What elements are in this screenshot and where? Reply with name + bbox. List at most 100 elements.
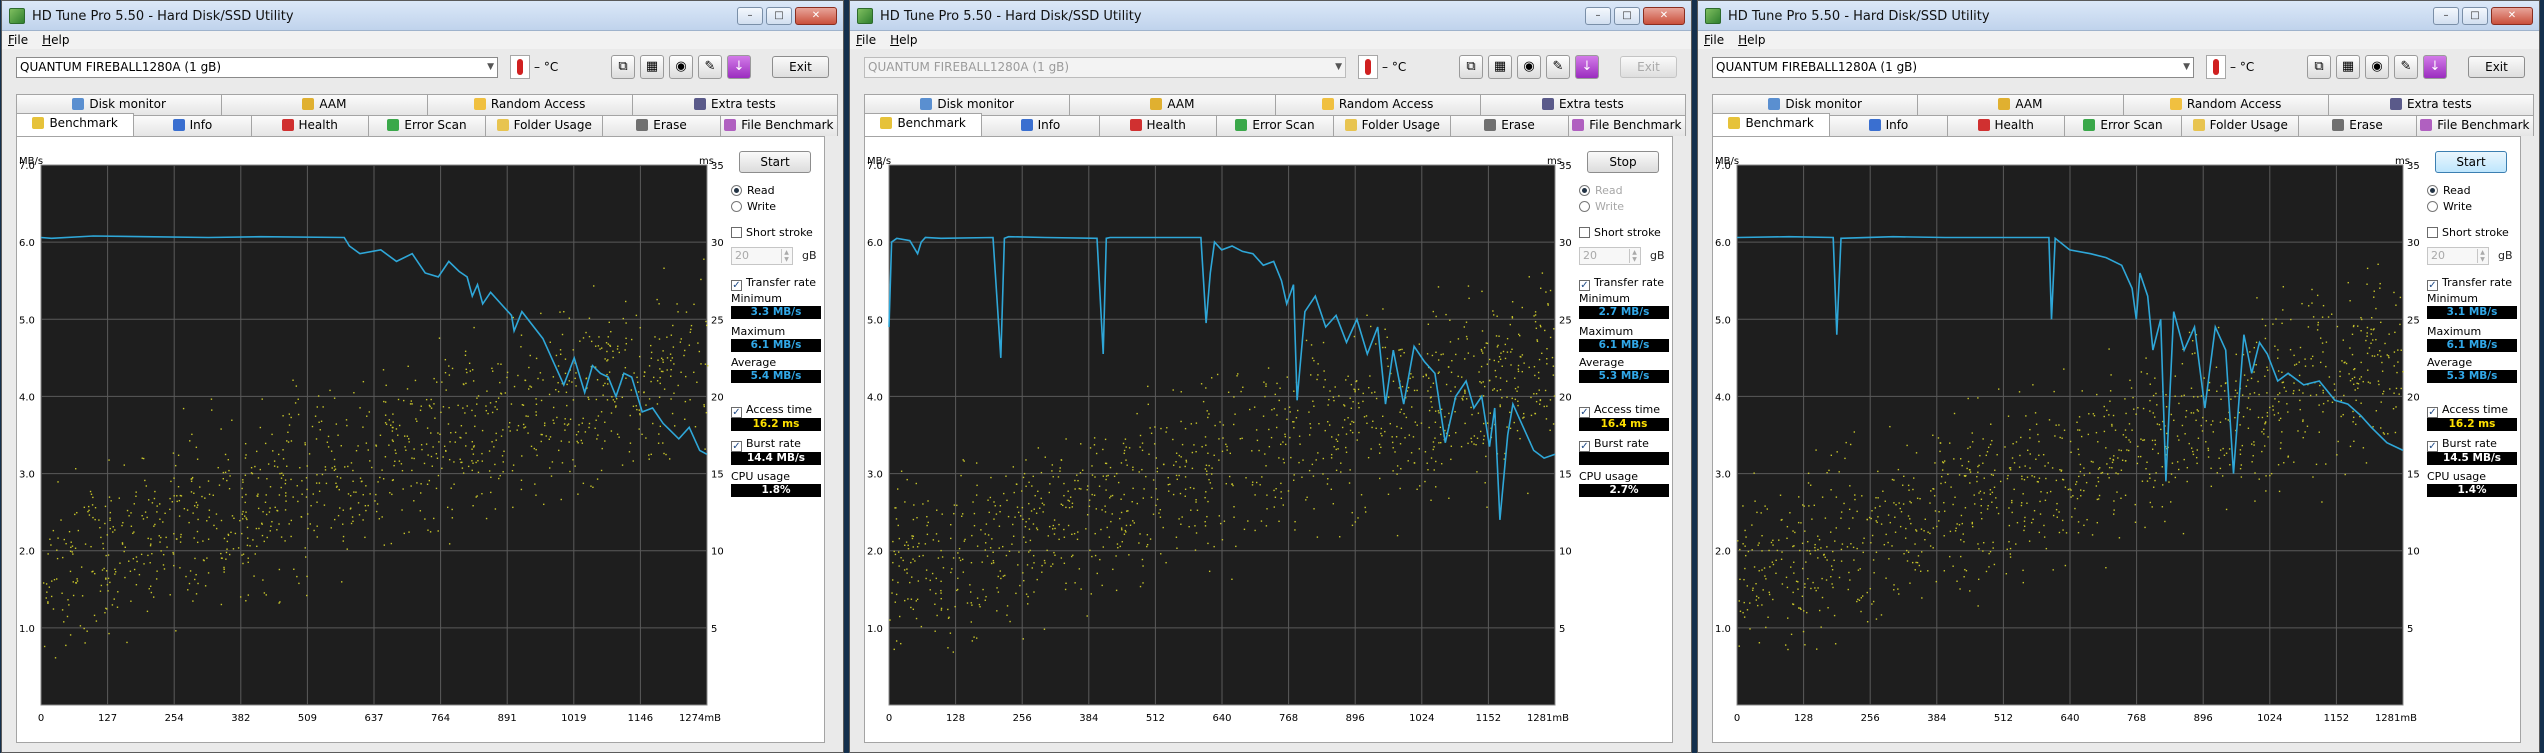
tab-health[interactable]: Health (250, 115, 369, 136)
stepper-arrows-icon[interactable]: ▲ ▼ (781, 249, 791, 263)
tab-info[interactable]: Info (1829, 115, 1948, 136)
save-icon[interactable]: ↓ (2423, 55, 2447, 79)
start-button[interactable]: Start (2435, 151, 2507, 173)
close-button[interactable]: ✕ (2491, 7, 2533, 25)
tab-info[interactable]: Info (981, 115, 1100, 136)
title-bar[interactable]: HD Tune Pro 5.50 - Hard Disk/SSD Utility… (1698, 1, 2539, 31)
short-stroke-size-stepper[interactable]: 20 ▲ ▼ (1579, 247, 1641, 265)
start-button[interactable]: Stop (1587, 151, 1659, 173)
copy-info-icon[interactable]: ▦ (640, 55, 664, 79)
screenshot-icon[interactable]: ◉ (669, 55, 693, 79)
short-stroke-size-stepper[interactable]: 20 ▲ ▼ (2427, 247, 2489, 265)
write-radio[interactable]: Write (731, 199, 821, 214)
read-radio[interactable]: Read (731, 183, 821, 198)
short-stroke-checkbox[interactable]: Short stroke (1579, 225, 1671, 240)
minimize-button[interactable]: – (2433, 7, 2459, 25)
close-button[interactable]: ✕ (795, 7, 837, 25)
menu-help[interactable]: Help (1738, 31, 1765, 49)
maximize-button[interactable]: □ (1614, 7, 1640, 25)
tab-benchmark[interactable]: Benchmark (16, 113, 135, 136)
access-time-checkbox[interactable]: ✓ Access time (1579, 402, 1671, 418)
drive-select[interactable]: QUANTUM FIREBALL1280A (1 gB) ▼ (864, 57, 1346, 78)
tab-file-benchmark[interactable]: File Benchmark (719, 115, 838, 136)
tab-random-access[interactable]: Random Access (426, 94, 633, 115)
read-radio[interactable]: Read (1579, 183, 1669, 198)
settings-icon[interactable]: ✎ (2394, 55, 2418, 79)
tab-extra-tests[interactable]: Extra tests (2327, 94, 2534, 115)
tab-error-scan[interactable]: Error Scan (367, 115, 487, 136)
tab-random-access[interactable]: Random Access (2122, 94, 2329, 115)
copy-text-icon[interactable]: ⧉ (611, 55, 635, 79)
settings-icon[interactable]: ✎ (698, 55, 722, 79)
tab-extra-tests[interactable]: Extra tests (1479, 94, 1686, 115)
copy-info-icon[interactable]: ▦ (1488, 55, 1512, 79)
stepper-arrows-icon[interactable]: ▲ ▼ (1629, 249, 1639, 263)
tab-benchmark[interactable]: Benchmark (1712, 113, 1831, 136)
close-button[interactable]: ✕ (1643, 7, 1685, 25)
save-icon[interactable]: ↓ (1575, 55, 1599, 79)
start-button[interactable]: Start (739, 151, 811, 173)
tab-file-benchmark[interactable]: File Benchmark (1567, 115, 1686, 136)
access-time-checkbox[interactable]: ✓ Access time (731, 402, 823, 418)
screenshot-icon[interactable]: ◉ (2365, 55, 2389, 79)
burst-rate-checkbox[interactable]: ✓ Burst rate (2427, 436, 2519, 452)
tab-error-scan[interactable]: Error Scan (2063, 115, 2183, 136)
menu-help[interactable]: Help (42, 31, 69, 49)
tab-disk-monitor[interactable]: Disk monitor (16, 94, 223, 115)
tab-info[interactable]: Info (133, 115, 252, 136)
menu-file[interactable]: File (1704, 31, 1724, 49)
exit-button[interactable]: Exit (1620, 56, 1677, 78)
tab-error-scan[interactable]: Error Scan (1215, 115, 1335, 136)
tab-health[interactable]: Health (1946, 115, 2065, 136)
tab-aam[interactable]: AAM (1069, 94, 1276, 115)
maximize-button[interactable]: □ (2462, 7, 2488, 25)
menu-file[interactable]: File (8, 31, 28, 49)
title-bar[interactable]: HD Tune Pro 5.50 - Hard Disk/SSD Utility… (850, 1, 1691, 31)
menu-file[interactable]: File (856, 31, 876, 49)
tab-erase[interactable]: Erase (602, 115, 721, 136)
tab-extra-tests[interactable]: Extra tests (631, 94, 838, 115)
save-icon[interactable]: ↓ (727, 55, 751, 79)
write-radio[interactable]: Write (2427, 199, 2517, 214)
tab-folder-usage[interactable]: Folder Usage (2181, 115, 2300, 136)
tab-erase[interactable]: Erase (2298, 115, 2417, 136)
transfer-rate-checkbox[interactable]: ✓ Transfer rate (2427, 275, 2519, 291)
thermometer-icon[interactable] (1358, 55, 1378, 79)
transfer-rate-checkbox[interactable]: ✓ Transfer rate (731, 275, 823, 291)
tab-folder-usage[interactable]: Folder Usage (485, 115, 604, 136)
burst-rate-checkbox[interactable]: ✓ Burst rate (1579, 436, 1671, 452)
tab-erase[interactable]: Erase (1450, 115, 1569, 136)
tab-disk-monitor[interactable]: Disk monitor (1712, 94, 1919, 115)
tab-benchmark[interactable]: Benchmark (864, 113, 983, 136)
title-bar[interactable]: HD Tune Pro 5.50 - Hard Disk/SSD Utility… (2, 1, 843, 31)
write-radio[interactable]: Write (1579, 199, 1669, 214)
read-radio[interactable]: Read (2427, 183, 2517, 198)
short-stroke-checkbox[interactable]: Short stroke (2427, 225, 2519, 240)
copy-text-icon[interactable]: ⧉ (1459, 55, 1483, 79)
access-time-checkbox[interactable]: ✓ Access time (2427, 402, 2519, 418)
drive-select[interactable]: QUANTUM FIREBALL1280A (1 gB) ▼ (16, 57, 498, 78)
thermometer-icon[interactable] (2206, 55, 2226, 79)
tab-random-access[interactable]: Random Access (1274, 94, 1481, 115)
short-stroke-size-stepper[interactable]: 20 ▲ ▼ (731, 247, 793, 265)
exit-button[interactable]: Exit (772, 56, 829, 78)
transfer-rate-checkbox[interactable]: ✓ Transfer rate (1579, 275, 1671, 291)
tab-folder-usage[interactable]: Folder Usage (1333, 115, 1452, 136)
tab-health[interactable]: Health (1098, 115, 1217, 136)
tab-file-benchmark[interactable]: File Benchmark (2415, 115, 2534, 136)
settings-icon[interactable]: ✎ (1546, 55, 1570, 79)
drive-select[interactable]: QUANTUM FIREBALL1280A (1 gB) ▼ (1712, 57, 2194, 78)
copy-info-icon[interactable]: ▦ (2336, 55, 2360, 79)
copy-text-icon[interactable]: ⧉ (2307, 55, 2331, 79)
screenshot-icon[interactable]: ◉ (1517, 55, 1541, 79)
minimize-button[interactable]: – (1585, 7, 1611, 25)
burst-rate-checkbox[interactable]: ✓ Burst rate (731, 436, 823, 452)
tab-aam[interactable]: AAM (221, 94, 428, 115)
tab-aam[interactable]: AAM (1917, 94, 2124, 115)
maximize-button[interactable]: □ (766, 7, 792, 25)
short-stroke-checkbox[interactable]: Short stroke (731, 225, 823, 240)
exit-button[interactable]: Exit (2468, 56, 2525, 78)
menu-help[interactable]: Help (890, 31, 917, 49)
stepper-arrows-icon[interactable]: ▲ ▼ (2477, 249, 2487, 263)
thermometer-icon[interactable] (510, 55, 530, 79)
